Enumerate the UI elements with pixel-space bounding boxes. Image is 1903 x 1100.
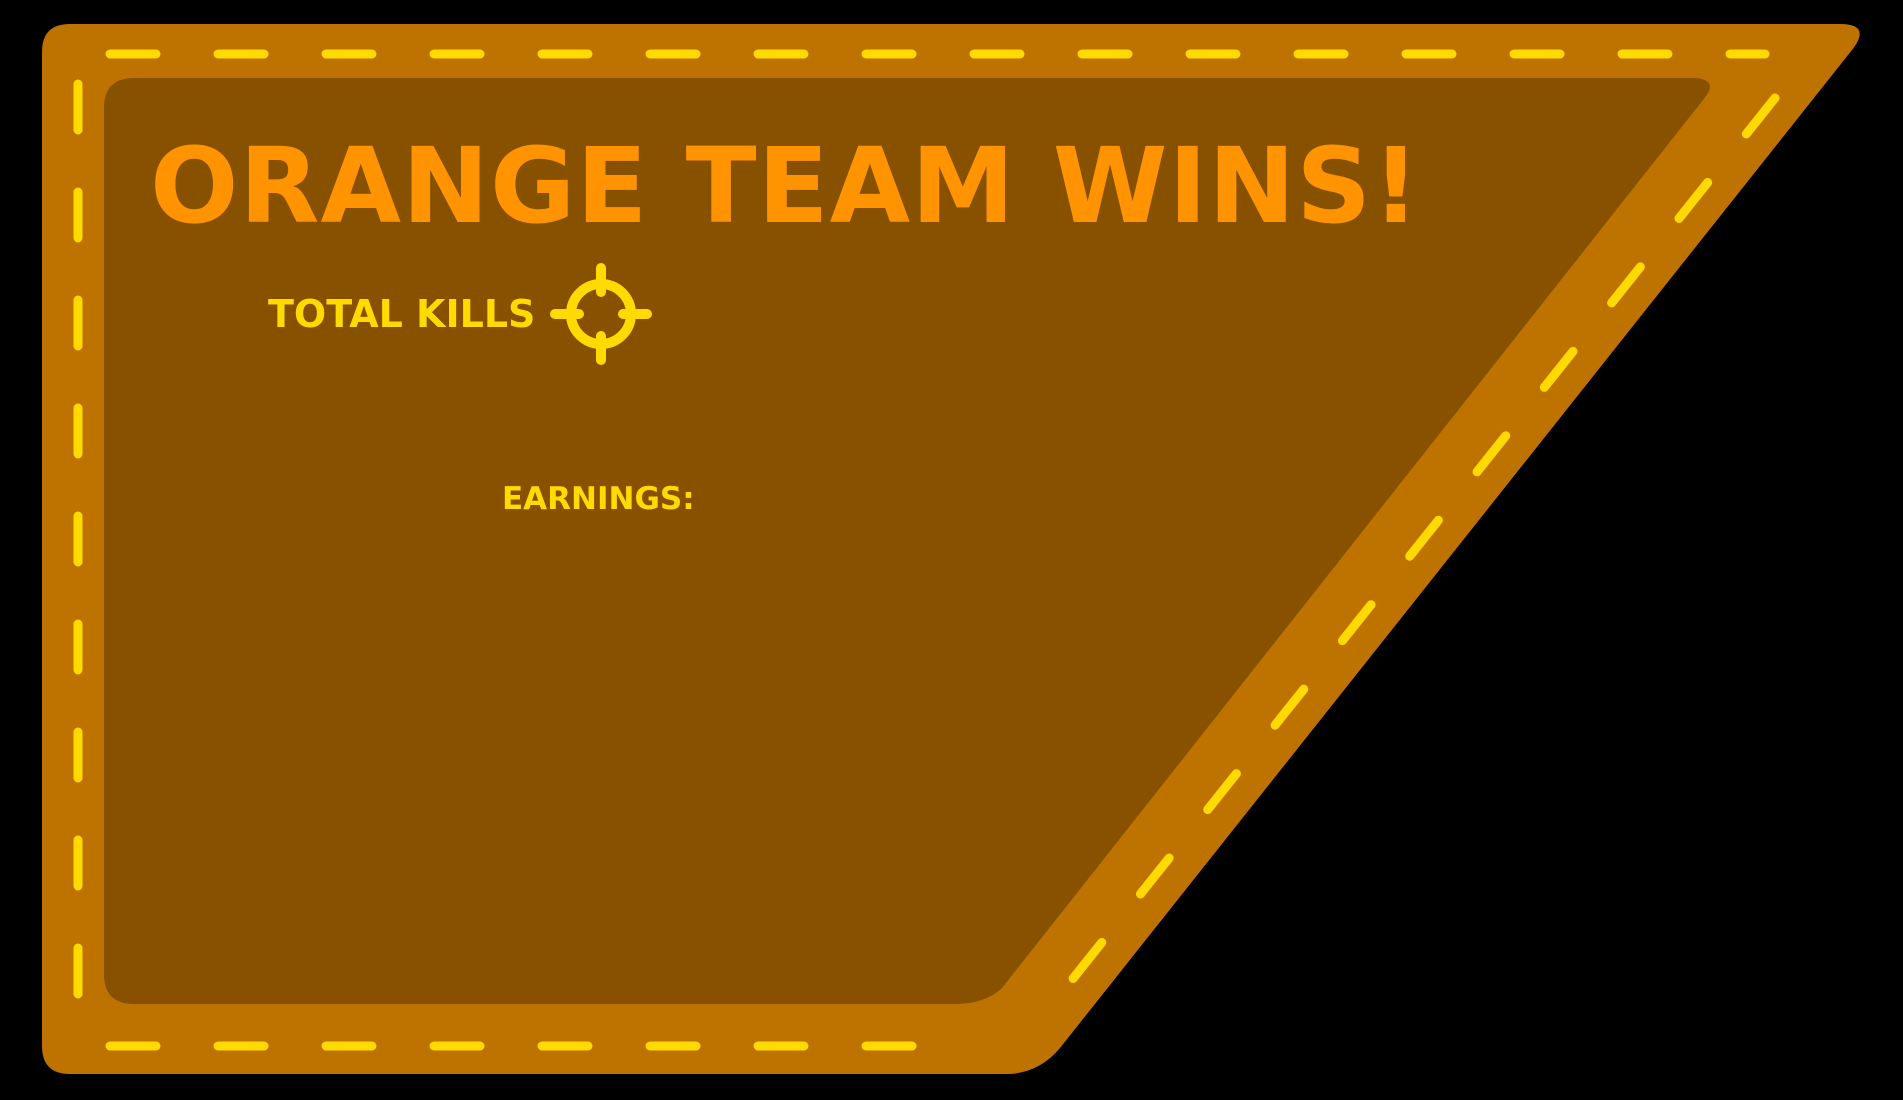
crosshair-icon bbox=[550, 263, 653, 365]
earnings-label: EARNINGS: bbox=[502, 481, 695, 517]
winner-title: ORANGE TEAM WINS! bbox=[150, 125, 1421, 247]
total-kills-label: TOTAL KILLS bbox=[268, 292, 536, 336]
total-kills-row: TOTAL KILLS bbox=[268, 262, 653, 366]
results-screen: ORANGE TEAM WINS! TOTAL KILLS EARNINGS: bbox=[0, 0, 1903, 1100]
